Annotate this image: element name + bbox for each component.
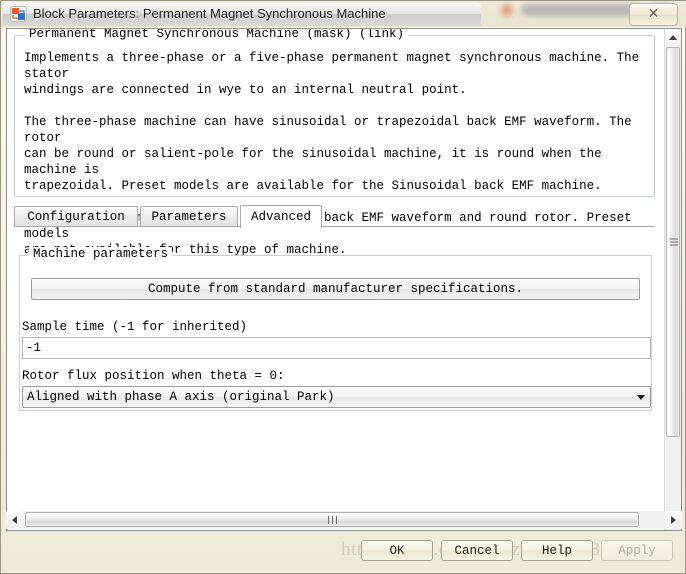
machine-parameters-legend: Machine parameters: [29, 247, 173, 261]
dialog-client-area: Permanent Magnet Synchronous Machine (ma…: [6, 28, 682, 531]
scroll-right-button[interactable]: [665, 511, 682, 528]
tab-parameters[interactable]: Parameters: [140, 206, 238, 227]
machine-parameters-group: Machine parameters Compute from standard…: [19, 247, 652, 411]
scroll-left-button[interactable]: [6, 511, 23, 528]
description-group: Permanent Magnet Synchronous Machine (ma…: [14, 29, 655, 257]
scrollbar-grip-icon: [326, 516, 338, 524]
apply-button-label: Apply: [618, 543, 656, 558]
tab-configuration[interactable]: Configuration: [14, 206, 138, 227]
vertical-scrollbar-thumb[interactable]: [666, 47, 680, 437]
tab-advanced[interactable]: Advanced: [240, 205, 322, 228]
rotor-flux-position-value: Aligned with phase A axis (original Park…: [27, 390, 335, 404]
close-button[interactable]: ✕: [629, 3, 678, 26]
sample-time-input[interactable]: -1: [22, 337, 651, 359]
scroll-up-button[interactable]: [665, 29, 681, 46]
tab-advanced-label: Advanced: [250, 210, 311, 224]
horizontal-scrollbar[interactable]: [6, 511, 682, 529]
compute-from-specifications-button[interactable]: Compute from standard manufacturer speci…: [31, 278, 640, 300]
cancel-button[interactable]: Cancel: [441, 540, 513, 561]
sample-time-label: Sample time (-1 for inherited): [22, 320, 248, 334]
close-icon: ✕: [647, 6, 660, 22]
block-parameters-dialog: Block Parameters: Permanent Magnet Synch…: [0, 0, 686, 574]
rotor-flux-position-label: Rotor flux position when theta = 0:: [22, 369, 285, 383]
help-button-label: Help: [541, 543, 572, 558]
triangle-left-icon: [12, 515, 17, 524]
dialog-footer: https://blog.csdn.net/zy243752301 OK Can…: [1, 529, 686, 573]
compute-button-label: Compute from standard manufacturer speci…: [147, 282, 524, 296]
triangle-right-icon: [671, 515, 676, 524]
ok-button-label: OK: [389, 543, 405, 558]
window-title: Block Parameters: Permanent Magnet Synch…: [33, 6, 386, 21]
tab-strip: Configuration Parameters Advanced: [14, 205, 655, 228]
tab-parameters-label: Parameters: [151, 210, 227, 224]
horizontal-scrollbar-thumb[interactable]: [25, 512, 639, 527]
help-button[interactable]: Help: [521, 540, 593, 561]
rotor-flux-position-select[interactable]: Aligned with phase A axis (original Park…: [22, 386, 651, 408]
tab-strip-underline: [14, 226, 655, 227]
scrollbar-grip-icon: [670, 237, 678, 248]
title-bar: Block Parameters: Permanent Magnet Synch…: [1, 1, 686, 27]
simulink-block-icon: [10, 6, 27, 22]
cancel-button-label: Cancel: [454, 543, 500, 558]
tab-configuration-label: Configuration: [27, 210, 125, 224]
ok-button[interactable]: OK: [361, 540, 433, 561]
dialog-scroll-pane: Permanent Magnet Synchronous Machine (ma…: [7, 29, 666, 530]
vertical-scrollbar[interactable]: [664, 29, 681, 530]
apply-button: Apply: [601, 540, 673, 561]
description-legend: Permanent Magnet Synchronous Machine (ma…: [25, 29, 409, 41]
triangle-up-icon: [669, 35, 677, 40]
chevron-down-icon: [632, 394, 650, 400]
